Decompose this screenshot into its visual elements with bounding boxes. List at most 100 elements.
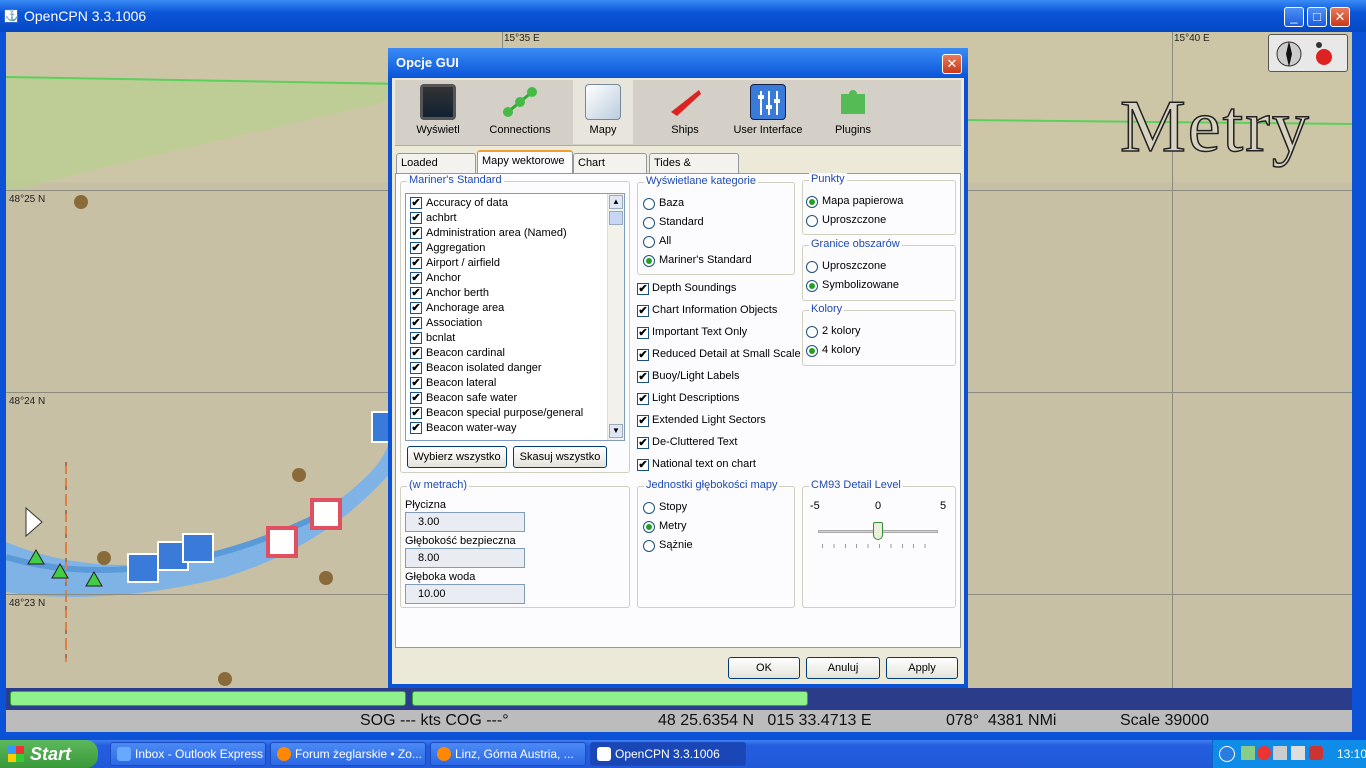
item-checkbox[interactable]: ✔ (410, 377, 422, 389)
list-item[interactable]: ✔ Association (410, 316, 606, 331)
tab-loaded-charts[interactable]: Loaded Charts (396, 153, 476, 188)
option-checkbox[interactable]: ✔ (637, 437, 649, 449)
toolbar-charts[interactable]: Mapy (573, 80, 633, 144)
list-item[interactable]: ✔ Anchor (410, 271, 606, 286)
list-item[interactable]: ✔ Beacon cardinal (410, 346, 606, 361)
list-item[interactable]: ✔ Beacon isolated danger (410, 361, 606, 376)
apply-button[interactable]: Apply (886, 657, 958, 679)
item-checkbox[interactable]: ✔ (410, 347, 422, 359)
depth_units-radio-0[interactable] (643, 502, 655, 514)
item-checkbox[interactable]: ✔ (410, 257, 422, 269)
task-forum[interactable]: Forum żeglarskie • Zo... (270, 742, 426, 766)
clear-all-button[interactable]: Skasuj wszystko (513, 446, 607, 468)
list-item[interactable]: ✔ Beacon special purpose/general (410, 406, 606, 421)
list-item[interactable]: ✔ Aggregation (410, 241, 606, 256)
item-checkbox[interactable]: ✔ (410, 332, 422, 344)
alert-icon[interactable] (1257, 746, 1271, 760)
toolbar-plugins[interactable]: Plugins (823, 80, 883, 144)
task-linz[interactable]: Linz, Górna Austria, ... (430, 742, 586, 766)
group-label: Punkty (809, 173, 847, 185)
deep-water-input[interactable]: 10.00 (405, 584, 525, 604)
categories-radio-3[interactable] (643, 255, 655, 267)
compass-widget[interactable] (1268, 34, 1348, 72)
list-item[interactable]: ✔ Airport / airfield (410, 256, 606, 271)
list-item[interactable]: ✔ Beacon lateral (410, 376, 606, 391)
safety-depth-input[interactable]: 8.00 (405, 548, 525, 568)
item-label: Aggregation (426, 242, 486, 254)
cancel-button[interactable]: Anuluj (806, 657, 880, 679)
points-radio-1[interactable] (806, 215, 818, 227)
object-list[interactable]: ✔ Accuracy of data ✔ achbrt ✔ Administration … (405, 193, 625, 441)
select-all-button[interactable]: Wybierz wszystko (407, 446, 507, 468)
tab-tides-currents[interactable]: Tides & Currents (649, 153, 739, 188)
minimize-button[interactable]: _ (1284, 7, 1304, 27)
task-opencpn[interactable]: OpenCPN 3.3.1006 (590, 742, 746, 766)
item-checkbox[interactable]: ✔ (410, 272, 422, 284)
tab-vector-charts[interactable]: Mapy wektorowe (477, 150, 573, 174)
app-icon: ⚓ (4, 9, 19, 23)
toolbar-display[interactable]: Wyświetl (403, 80, 473, 144)
scroll-thumb[interactable] (609, 211, 623, 225)
item-checkbox[interactable]: ✔ (410, 227, 422, 239)
item-checkbox[interactable]: ✔ (410, 287, 422, 299)
list-item[interactable]: ✔ Beacon water-way (410, 421, 606, 436)
list-item[interactable]: ✔ Accuracy of data (410, 196, 606, 211)
list-item[interactable]: ✔ bcnlat (410, 331, 606, 346)
categories-radio-0[interactable] (643, 198, 655, 210)
colors-radio-1[interactable] (806, 345, 818, 357)
points-radio-0[interactable] (806, 196, 818, 208)
monitor-tray-icon[interactable] (1273, 746, 1287, 760)
option-checkbox[interactable]: ✔ (637, 415, 649, 427)
option-checkbox[interactable]: ✔ (637, 393, 649, 405)
colors-radio-0[interactable] (806, 326, 818, 338)
shallow-depth-input[interactable]: 3.00 (405, 512, 525, 532)
option-checkbox[interactable]: ✔ (637, 459, 649, 471)
network-icon[interactable] (1241, 746, 1255, 760)
list-scrollbar[interactable]: ▲ ▼ (607, 194, 624, 440)
item-checkbox[interactable]: ✔ (410, 212, 422, 224)
list-item[interactable]: ✔ Beacon safe water (410, 391, 606, 406)
list-item[interactable]: ✔ Anchor berth (410, 286, 606, 301)
categories-radio-1[interactable] (643, 217, 655, 229)
scroll-down-icon[interactable]: ▼ (609, 424, 623, 438)
ok-button[interactable]: OK (728, 657, 800, 679)
group-label: Mariner's Standard (407, 174, 504, 186)
item-checkbox[interactable]: ✔ (410, 302, 422, 314)
item-checkbox[interactable]: ✔ (410, 392, 422, 404)
task-outlook[interactable]: Inbox - Outlook Express (110, 742, 266, 766)
item-checkbox[interactable]: ✔ (410, 242, 422, 254)
toolbar-ships[interactable]: Ships (655, 80, 715, 144)
tab-chart-groups[interactable]: Chart Groups (573, 153, 647, 188)
depth_units-radio-1[interactable] (643, 521, 655, 533)
item-checkbox[interactable]: ✔ (410, 317, 422, 329)
item-checkbox[interactable]: ✔ (410, 422, 422, 434)
points-option-label: Mapa papierowa (822, 195, 904, 207)
dialog-title[interactable]: Opcje GUI (388, 48, 968, 78)
computer-tray-icon[interactable] (1291, 746, 1305, 760)
option-checkbox[interactable]: ✔ (637, 283, 649, 295)
dialog-close-button[interactable]: ✕ (942, 54, 962, 74)
item-checkbox[interactable]: ✔ (410, 407, 422, 419)
maximize-button[interactable]: □ (1307, 7, 1327, 27)
categories-radio-2[interactable] (643, 236, 655, 248)
bounds-radio-0[interactable] (806, 261, 818, 273)
option-checkbox[interactable]: ✔ (637, 371, 649, 383)
item-checkbox[interactable]: ✔ (410, 362, 422, 374)
list-item[interactable]: ✔ achbrt (410, 211, 606, 226)
option-checkbox[interactable]: ✔ (637, 349, 649, 361)
toolbar-connections[interactable]: Connections (483, 80, 557, 144)
tray-arrow-icon[interactable] (1219, 746, 1235, 762)
list-item[interactable]: ✔ Anchorage area (410, 301, 606, 316)
title-bar[interactable]: OpenCPN 3.3.1006 (0, 0, 1366, 32)
scroll-up-icon[interactable]: ▲ (609, 195, 623, 209)
close-button[interactable]: ✕ (1330, 7, 1350, 27)
item-checkbox[interactable]: ✔ (410, 197, 422, 209)
bounds-radio-1[interactable] (806, 280, 818, 292)
list-item[interactable]: ✔ Administration area (Named) (410, 226, 606, 241)
cm93-slider-thumb[interactable] (873, 522, 883, 540)
shield-icon[interactable] (1309, 746, 1323, 760)
depth_units-radio-2[interactable] (643, 540, 655, 552)
option-checkbox[interactable]: ✔ (637, 305, 649, 317)
toolbar-user-interface[interactable]: User Interface (729, 80, 807, 144)
option-checkbox[interactable]: ✔ (637, 327, 649, 339)
